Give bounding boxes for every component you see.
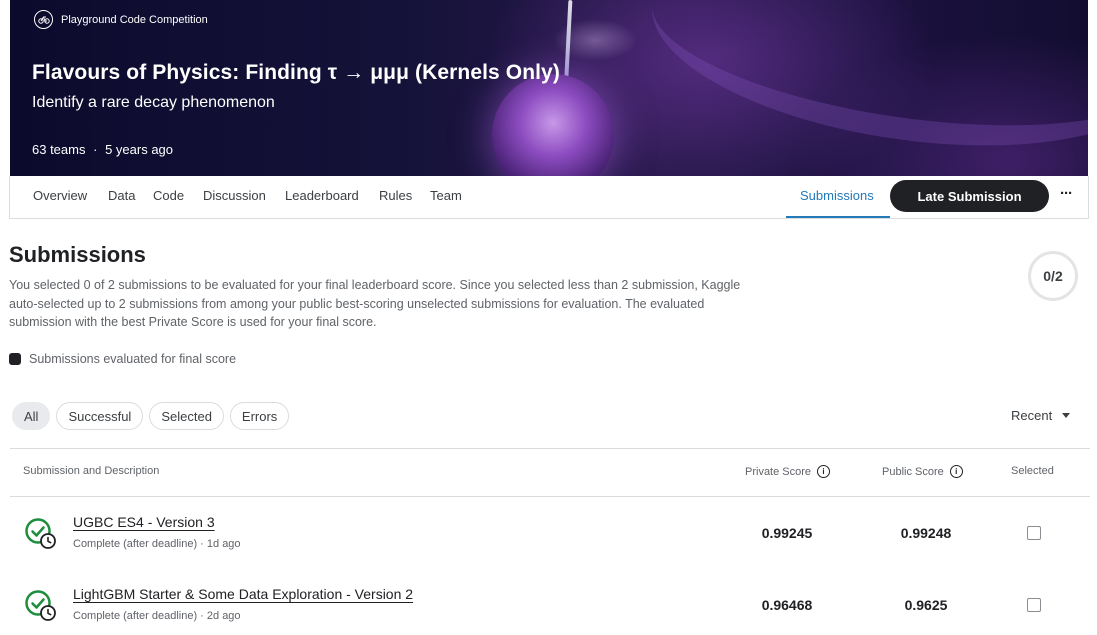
private-score: 0.96468 [761, 597, 813, 613]
filter-chip-errors[interactable]: Errors [229, 402, 290, 430]
tab-discussion[interactable]: Discussion [203, 188, 266, 203]
selected-submissions-counter: 0/2 [1028, 251, 1078, 301]
banner-decoration [638, 0, 1088, 176]
competition-type-label: Playground Code Competition [61, 13, 208, 26]
select-submission-checkbox[interactable] [1027, 598, 1041, 612]
filter-chip-successful[interactable]: Successful [56, 402, 144, 430]
active-tab-indicator [786, 216, 890, 218]
submission-status: Complete (after deadline) · 2d ago [73, 610, 241, 622]
submission-title-link[interactable]: UGBC ES4 - Version 3 [73, 514, 215, 530]
public-score: 0.99248 [900, 525, 952, 541]
check-circle-clock-icon [25, 518, 56, 549]
filter-chip-selected[interactable]: Selected [149, 402, 224, 430]
column-header-description: Submission and Description [23, 465, 159, 477]
legend-label: Submissions evaluated for final score [29, 352, 237, 366]
legend-swatch [9, 353, 21, 365]
competition-title: Flavours of Physics: Finding τ → μμμ (Ke… [32, 61, 560, 84]
column-header-selected: Selected [1011, 465, 1054, 477]
tab-submissions[interactable]: Submissions [800, 188, 874, 203]
competition-subtitle: Identify a rare decay phenomenon [32, 94, 275, 111]
competition-age: 5 years ago [105, 142, 174, 157]
tab-rules[interactable]: Rules [379, 188, 412, 203]
banner-plasma-orb [492, 74, 614, 176]
submission-status: Complete (after deadline) · 1d ago [73, 538, 241, 550]
tab-overview[interactable]: Overview [33, 188, 87, 203]
public-score: 0.9625 [904, 597, 948, 613]
submission-title-link[interactable]: LightGBM Starter & Some Data Exploration… [73, 586, 413, 602]
sort-dropdown[interactable]: Recent [1011, 408, 1071, 423]
competition-tab-bar: Overview Data Code Discussion Leaderboar… [9, 176, 1089, 219]
check-circle-clock-icon [25, 590, 56, 621]
column-header-description-label: Submission and Description [23, 465, 160, 477]
tab-data[interactable]: Data [108, 188, 135, 203]
more-options-icon[interactable]: ··· [1060, 185, 1073, 202]
table-row: LightGBM Starter & Some Data Exploration… [10, 569, 1090, 635]
meta-separator: · [93, 142, 98, 157]
final-score-legend: Submissions evaluated for final score [9, 352, 236, 366]
column-header-public-score-label: Public Score [882, 465, 944, 478]
private-score: 0.99245 [761, 525, 813, 541]
submissions-description: You selected 0 of 2 submissions to be ev… [9, 278, 741, 329]
competition-type-tag: Playground Code Competition [34, 10, 208, 29]
info-icon[interactable]: i [817, 465, 831, 478]
column-header-private-score-label: Private Score [745, 465, 812, 478]
tab-code[interactable]: Code [153, 188, 184, 203]
column-header-private-score: Private Score i [745, 465, 831, 478]
bicycle-icon [34, 10, 53, 29]
column-header-selected-label: Selected [1011, 465, 1054, 477]
tab-team[interactable]: Team [430, 188, 462, 203]
select-submission-checkbox[interactable] [1027, 526, 1041, 540]
teams-count: 63 teams [32, 142, 86, 157]
late-submission-button[interactable]: Late Submission [890, 180, 1049, 212]
filter-chip-all[interactable]: All [12, 402, 51, 430]
table-row: UGBC ES4 - Version 3 Complete (after dea… [10, 497, 1090, 569]
competition-header-banner: Playground Code Competition Flavours of … [10, 0, 1088, 176]
info-icon[interactable]: i [949, 465, 963, 478]
page-title: Submissions [9, 242, 146, 267]
caret-down-icon [1062, 413, 1071, 418]
competition-meta: 63 teams · 5 years ago [32, 142, 173, 157]
table-top-divider [10, 448, 1090, 449]
filter-chips: All Successful Selected Errors [12, 402, 290, 430]
sort-label: Recent [1011, 408, 1053, 423]
tab-leaderboard[interactable]: Leaderboard [285, 188, 359, 203]
column-header-public-score: Public Score i [882, 465, 963, 478]
